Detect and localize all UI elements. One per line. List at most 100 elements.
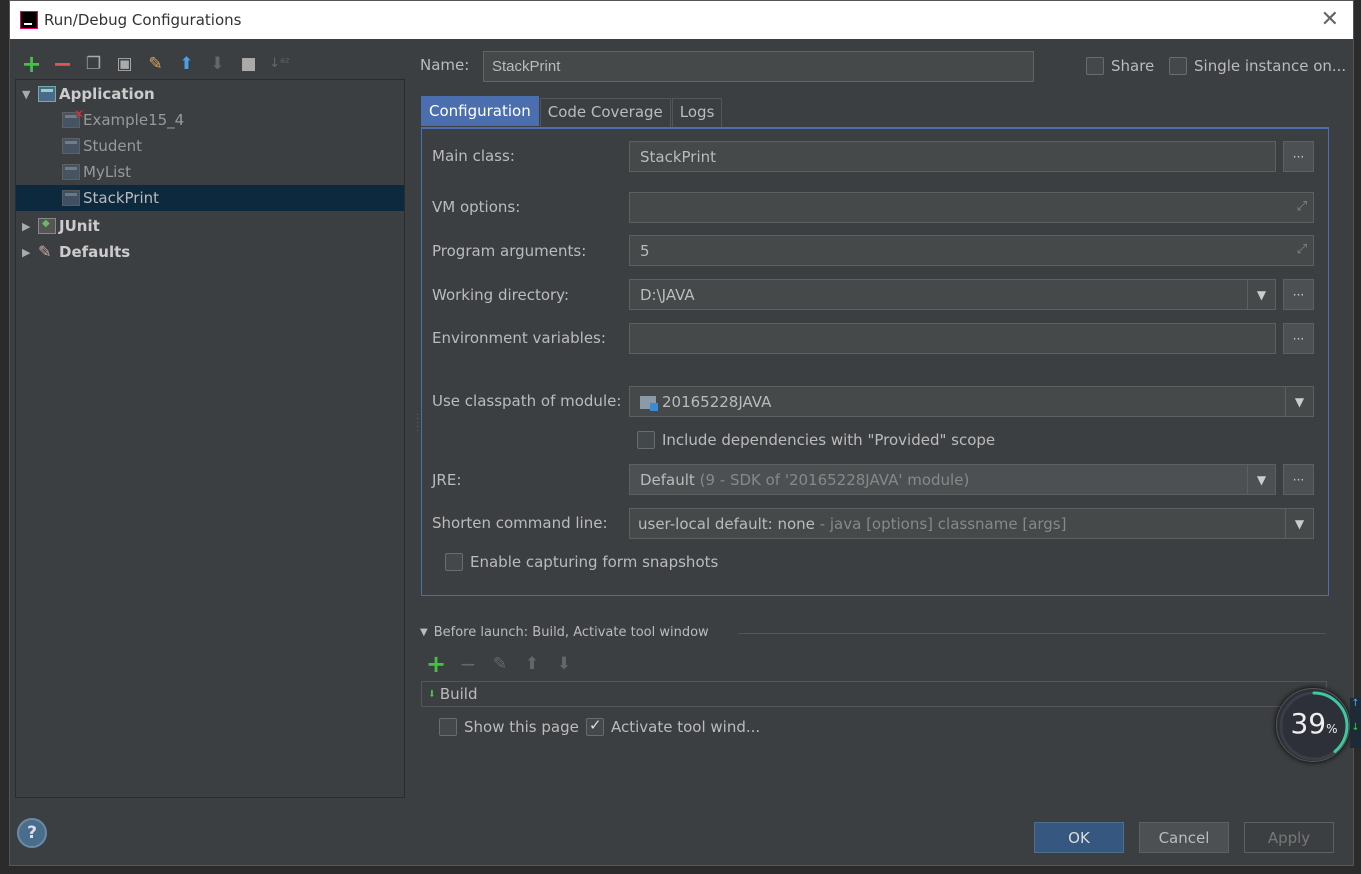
- jre-combo[interactable]: Default (9 - SDK of '20165228JAVA' modul…: [629, 464, 1276, 495]
- expand-icon[interactable]: ⤢: [1297, 242, 1307, 257]
- divider: [738, 633, 1326, 634]
- checkbox-box[interactable]: [445, 553, 463, 571]
- configuration-tree[interactable]: ▼ Application Example15_4 Student MyList…: [15, 79, 405, 798]
- remove-icon[interactable]: −: [457, 652, 479, 676]
- environment-variables-label: Environment variables:: [432, 329, 606, 347]
- chevron-down-icon[interactable]: ▼: [1247, 280, 1275, 309]
- chevron-down-icon[interactable]: ▼: [1247, 465, 1275, 494]
- expanded-arrow-icon[interactable]: ▼: [420, 627, 428, 638]
- checkbox-box[interactable]: [637, 431, 655, 449]
- main-class-value: StackPrint: [640, 148, 717, 166]
- browse-jre-button[interactable]: ···: [1283, 464, 1314, 495]
- jre-hint: (9 - SDK of '20165228JAVA' module): [699, 471, 970, 489]
- download-arrow-icon: ↓: [1351, 722, 1360, 733]
- apply-button[interactable]: Apply: [1244, 822, 1334, 853]
- tab-logs[interactable]: Logs: [671, 98, 723, 127]
- activate-tool-window-checkbox[interactable]: Activate tool wind...: [586, 716, 761, 736]
- checkbox-box[interactable]: [1086, 57, 1104, 75]
- list-item[interactable]: ⬇ Build: [428, 685, 477, 703]
- sort-icon[interactable]: ↓ᵃᶻ: [266, 50, 293, 77]
- collapsed-arrow-icon[interactable]: ▶: [22, 220, 34, 233]
- class-icon: [62, 138, 80, 154]
- browse-working-directory-button[interactable]: ···: [1283, 279, 1314, 310]
- vm-options-input[interactable]: ⤢: [629, 192, 1314, 223]
- classpath-module-label: Use classpath of module:: [432, 392, 622, 410]
- copy-icon[interactable]: ❐: [80, 50, 107, 77]
- tree-item-student[interactable]: Student: [16, 133, 404, 159]
- build-icon: ⬇: [428, 686, 436, 702]
- working-directory-combo[interactable]: D:\JAVA ▼: [629, 279, 1276, 310]
- before-launch-list[interactable]: ⬇ Build: [421, 681, 1327, 707]
- ok-button[interactable]: OK: [1034, 822, 1124, 853]
- gauge-value-text: 39%: [1277, 707, 1351, 740]
- single-instance-checkbox[interactable]: Single instance on...: [1169, 57, 1346, 75]
- shorten-command-line-combo[interactable]: user-local default: none - java [options…: [629, 508, 1314, 539]
- classpath-module-combo[interactable]: 20165228JAVA ▼: [629, 386, 1314, 417]
- show-this-page-checkbox[interactable]: Show this page: [439, 718, 579, 736]
- upload-arrow-icon: ↑: [1351, 698, 1360, 709]
- program-arguments-input[interactable]: 5 ⤢: [629, 235, 1314, 266]
- tab-code-coverage[interactable]: Code Coverage: [539, 98, 671, 127]
- chevron-down-icon[interactable]: ▼: [1285, 387, 1313, 416]
- tree-item-stackprint[interactable]: StackPrint: [16, 185, 404, 211]
- application-icon: [38, 86, 56, 102]
- expanded-arrow-icon[interactable]: ▼: [22, 88, 34, 101]
- class-icon: [62, 190, 80, 206]
- move-up-icon[interactable]: ⬆: [173, 50, 200, 77]
- browse-main-class-button[interactable]: ···: [1283, 141, 1314, 172]
- checkbox-box[interactable]: [586, 716, 604, 736]
- cancel-button[interactable]: Cancel: [1139, 822, 1229, 853]
- chevron-down-icon[interactable]: ▼: [1285, 509, 1313, 538]
- tree-item-application[interactable]: ▼ Application: [16, 81, 404, 107]
- include-dependencies-checkbox[interactable]: Include dependencies with "Provided" sco…: [637, 431, 995, 449]
- name-label: Name:: [420, 56, 470, 74]
- intellij-icon: [20, 11, 38, 29]
- share-label: Share: [1111, 57, 1155, 75]
- tree-item-example15_4[interactable]: Example15_4: [16, 107, 404, 133]
- checkbox-box[interactable]: [439, 718, 457, 736]
- shorten-command-line-hint: - java [options] classname [args]: [819, 515, 1067, 533]
- checkbox-box[interactable]: [1169, 57, 1187, 75]
- main-class-input[interactable]: StackPrint: [629, 141, 1276, 172]
- splitter-handle[interactable]: · · · · ·: [416, 411, 419, 437]
- add-icon[interactable]: +: [425, 650, 447, 678]
- move-down-icon[interactable]: ⬇: [553, 653, 575, 675]
- folder-icon[interactable]: ■: [235, 50, 262, 77]
- before-launch-header[interactable]: ▼ Before launch: Build, Activate tool wi…: [420, 625, 709, 640]
- collapsed-arrow-icon[interactable]: ▶: [22, 246, 34, 259]
- tab-configuration[interactable]: Configuration: [421, 96, 539, 126]
- environment-variables-input[interactable]: [629, 323, 1276, 354]
- class-error-icon: [62, 107, 84, 128]
- working-directory-label: Working directory:: [432, 286, 570, 304]
- config-toolbar: + − ❐ ▣ ✎ ⬆ ⬇ ■ ↓ᵃᶻ: [18, 50, 293, 78]
- before-launch-item-label: Build: [439, 685, 478, 703]
- tree-item-label: JUnit: [59, 217, 100, 235]
- tree-item-label: StackPrint: [83, 189, 160, 207]
- vm-options-label: VM options:: [432, 198, 521, 216]
- activate-tool-window-label: Activate tool wind...: [611, 718, 761, 736]
- save-icon[interactable]: ▣: [111, 50, 138, 77]
- move-down-icon[interactable]: ⬇: [204, 50, 231, 77]
- help-button[interactable]: ?: [17, 818, 47, 848]
- add-icon[interactable]: +: [18, 50, 45, 78]
- before-launch-title: Before launch: Build, Activate tool wind…: [433, 625, 709, 640]
- expand-icon[interactable]: ⤢: [1297, 199, 1307, 214]
- tree-item-junit[interactable]: ▶ JUnit: [16, 213, 404, 239]
- wrench-icon[interactable]: ✎: [142, 50, 169, 77]
- tree-item-defaults[interactable]: ▶ ✎ Defaults: [16, 239, 404, 265]
- gauge-unit: %: [1326, 722, 1338, 736]
- edit-environment-variables-button[interactable]: ···: [1283, 323, 1314, 354]
- show-this-page-label: Show this page: [464, 718, 579, 736]
- main-class-label: Main class:: [432, 147, 515, 165]
- share-checkbox[interactable]: Share: [1086, 57, 1154, 75]
- name-input[interactable]: [483, 51, 1034, 82]
- move-up-icon[interactable]: ⬆: [521, 653, 543, 675]
- edit-icon[interactable]: ✎: [489, 653, 511, 675]
- tree-item-mylist[interactable]: MyList: [16, 159, 404, 185]
- tree-item-label: Example15_4: [83, 111, 185, 129]
- remove-icon[interactable]: −: [49, 50, 76, 78]
- working-directory-value: D:\JAVA: [640, 286, 695, 304]
- close-icon[interactable]: ✕: [1321, 7, 1339, 32]
- shorten-command-line-label: Shorten command line:: [432, 514, 608, 532]
- enable-capturing-checkbox[interactable]: Enable capturing form snapshots: [445, 553, 718, 571]
